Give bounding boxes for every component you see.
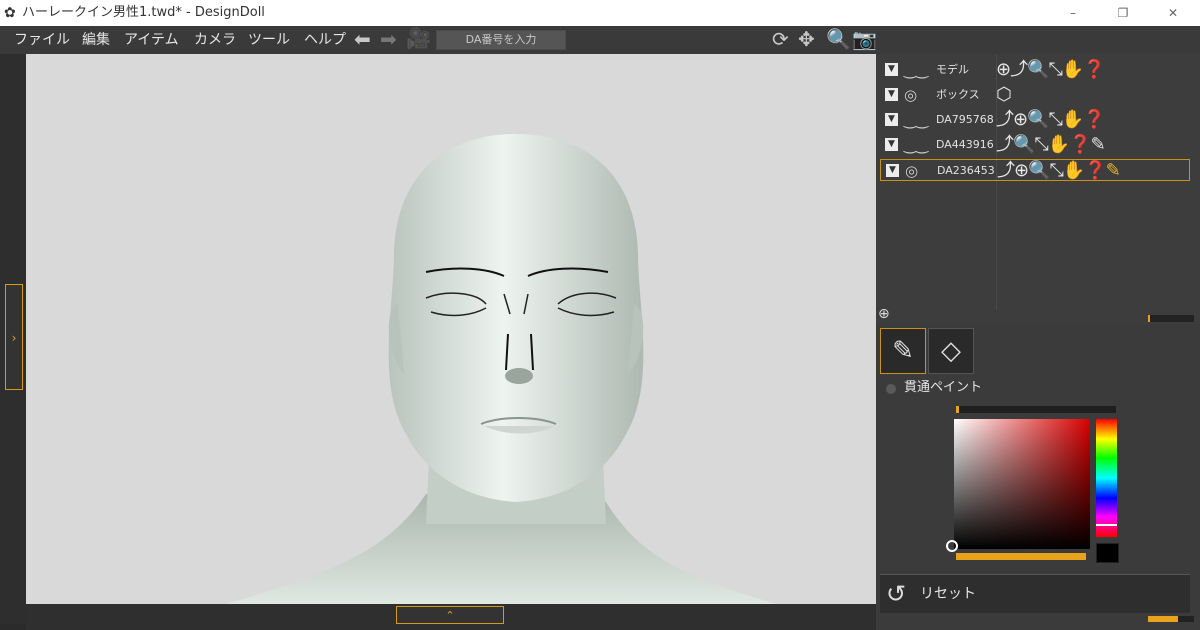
menu-camera[interactable]: カメラ — [194, 31, 236, 49]
expand-checkbox[interactable]: ▼ — [885, 113, 898, 126]
close-icon[interactable]: ✕ — [1158, 3, 1188, 23]
bottom-collapse-strip: ⌃ — [26, 604, 876, 630]
object-row-da795768[interactable]: ▼ ‿‿ DA795768 ⤴⊕🔍⤡✋❓ — [880, 109, 1190, 131]
expand-checkbox[interactable]: ▼ — [886, 164, 899, 177]
object-name: DA795768 — [936, 113, 994, 126]
row-tool-icons[interactable]: ⤴⊕🔍⤡✋❓ — [996, 109, 1106, 131]
redo-arrow-icon[interactable]: ➡ — [380, 28, 397, 50]
restore-icon[interactable]: ❐ — [1108, 3, 1138, 23]
menu-tools[interactable]: ツール — [248, 31, 290, 49]
pencil-tool-button[interactable]: ✎ — [880, 328, 926, 374]
eye-closed-icon[interactable]: ‿‿ — [904, 135, 928, 155]
eraser-tool-button[interactable]: ◇ — [928, 328, 974, 374]
menu-item[interactable]: アイテム — [124, 31, 179, 49]
hue-slider[interactable] — [1096, 419, 1117, 537]
row-tool-icons[interactable]: ⤴⊕🔍⤡✋❓✎ — [997, 160, 1121, 182]
current-color-swatch — [1096, 543, 1119, 563]
cube-icon[interactable]: ⬡ — [996, 84, 1012, 106]
slider-knob[interactable] — [956, 406, 959, 413]
row-tool-icons[interactable]: ⤴🔍⤡✋❓✎ — [996, 134, 1106, 156]
object-row-da236453[interactable]: ▼ ◎ DA236453 ⤴⊕🔍⤡✋❓✎ — [880, 159, 1190, 181]
window-title: ハーレークイン男性1.twd* - DesignDoll — [22, 5, 265, 20]
expand-checkbox[interactable]: ▼ — [885, 63, 898, 76]
undo-arrow-icon[interactable]: ⬅ — [354, 28, 371, 50]
expand-bottom-panel-button[interactable]: ⌃ — [396, 606, 504, 624]
row-tool-icons[interactable]: ⊕⤴🔍⤡✋❓ — [996, 59, 1106, 81]
object-row-da443916[interactable]: ▼ ‿‿ DA443916 ⤴🔍⤡✋❓✎ — [880, 134, 1190, 156]
list-scrollbar[interactable] — [1148, 315, 1194, 322]
expand-checkbox[interactable]: ▼ — [885, 138, 898, 151]
left-collapse-strip: › — [0, 54, 26, 624]
spiral-icon[interactable]: ◎ — [905, 161, 918, 181]
brush-size-slider[interactable] — [956, 406, 1116, 413]
through-paint-label: 貫通ペイント — [904, 380, 983, 395]
right-panel: ▼ ‿‿ モデル ⊕⤴🔍⤡✋❓ ▼ ◎ ボックス ⬡ ▼ ‿‿ DA795768… — [876, 54, 1200, 630]
hue-slider-marker[interactable] — [1096, 524, 1117, 526]
reset-arrow-icon: ↺ — [886, 580, 907, 608]
object-row-model[interactable]: ▼ ‿‿ モデル ⊕⤴🔍⤡✋❓ — [880, 59, 1190, 81]
eye-closed-icon[interactable]: ‿‿ — [904, 110, 928, 130]
panel-resize-handle[interactable] — [1148, 616, 1178, 622]
panel-resize-track — [1178, 616, 1194, 622]
pencil-icon[interactable]: ✎ — [1106, 160, 1121, 181]
color-picker-cursor[interactable] — [946, 540, 958, 552]
pencil-icon: ✎ — [892, 336, 914, 366]
add-object-icon[interactable]: ⊕ — [878, 306, 890, 322]
rotate-icon[interactable]: ⟳ — [772, 28, 789, 50]
expand-left-panel-button[interactable]: › — [5, 284, 23, 390]
menu-file[interactable]: ファイル — [14, 31, 70, 49]
menu-help[interactable]: ヘルプ — [304, 31, 346, 49]
movie-camera-icon[interactable]: 🎥 — [406, 27, 431, 49]
zoom-icon[interactable]: 🔍 — [826, 28, 851, 50]
head-model — [226, 134, 776, 604]
opacity-slider[interactable] — [956, 553, 1086, 560]
expand-checkbox[interactable]: ▼ — [885, 88, 898, 101]
3d-viewport[interactable] — [26, 54, 876, 604]
move-icon[interactable]: ✥ — [798, 28, 815, 50]
scene-object-list: ▼ ‿‿ モデル ⊕⤴🔍⤡✋❓ ▼ ◎ ボックス ⬡ ▼ ‿‿ DA795768… — [876, 54, 1200, 324]
spiral-icon[interactable]: ◎ — [904, 85, 917, 105]
da-number-input[interactable] — [436, 30, 566, 50]
window-titlebar: ✿ ハーレークイン男性1.twd* - DesignDoll – ❐ ✕ — [0, 0, 1200, 26]
camera-icon[interactable]: 📷 — [852, 28, 877, 50]
eye-closed-icon[interactable]: ‿‿ — [904, 60, 928, 80]
reset-label: リセット — [920, 586, 976, 602]
through-paint-radio[interactable] — [886, 384, 896, 394]
designdoll-logo-icon: ✿ — [4, 5, 16, 21]
object-name: DA443916 — [936, 138, 994, 151]
object-name: モデル — [936, 63, 969, 76]
object-row-box[interactable]: ▼ ◎ ボックス ⬡ — [880, 84, 1190, 106]
minimize-icon[interactable]: – — [1058, 3, 1088, 23]
menubar: ファイル 編集 アイテム カメラ ツール ヘルプ ⬅ ➡ 🎥 ⟳ ✥ 🔍 📷 — [0, 26, 1200, 54]
reset-button[interactable]: ↺ リセット — [880, 574, 1190, 613]
eraser-icon: ◇ — [941, 336, 961, 366]
menu-edit[interactable]: 編集 — [82, 31, 110, 49]
object-name: ボックス — [936, 88, 980, 101]
object-name: DA236453 — [937, 164, 995, 177]
saturation-value-picker[interactable] — [954, 419, 1090, 549]
